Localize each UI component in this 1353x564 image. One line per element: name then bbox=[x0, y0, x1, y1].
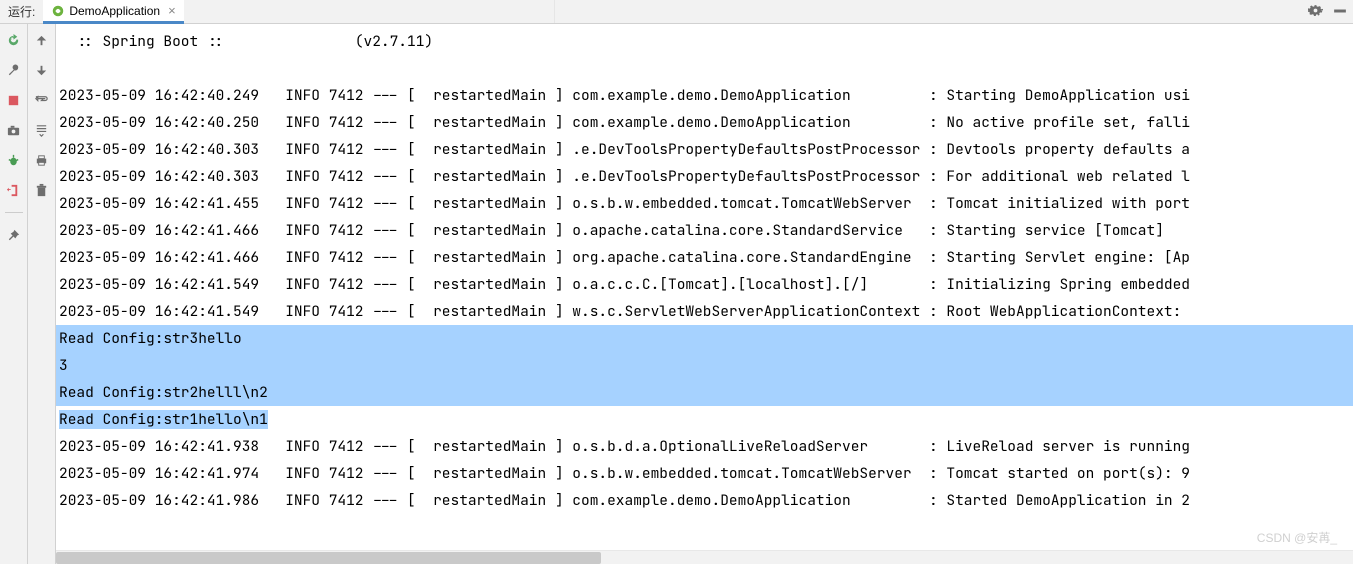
log-line: 2023-05-09 16:42:40.303 INFO 7412 --- [ … bbox=[56, 136, 1353, 163]
tab-label: DemoApplication bbox=[69, 4, 160, 18]
top-bar: 运行: DemoApplication × bbox=[0, 0, 1353, 24]
up-icon[interactable] bbox=[34, 32, 50, 48]
log-line bbox=[56, 55, 1353, 82]
log-line: 2023-05-09 16:42:40.249 INFO 7412 --- [ … bbox=[56, 82, 1353, 109]
print-icon[interactable] bbox=[34, 152, 50, 168]
log-line-highlight: Read Config:str3hello bbox=[56, 325, 1353, 352]
log-line-highlight: Read Config:str2helll\n2 bbox=[56, 379, 1353, 406]
debug-icon[interactable] bbox=[6, 152, 22, 168]
wrench-icon[interactable] bbox=[6, 62, 22, 78]
log-line: 2023-05-09 16:42:41.466 INFO 7412 --- [ … bbox=[56, 244, 1353, 271]
log-line: 2023-05-09 16:42:40.250 INFO 7412 --- [ … bbox=[56, 109, 1353, 136]
pin-icon[interactable] bbox=[6, 227, 22, 243]
close-icon[interactable]: × bbox=[164, 3, 176, 18]
log-line: 2023-05-09 16:42:41.549 INFO 7412 --- [ … bbox=[56, 271, 1353, 298]
trash-icon[interactable] bbox=[34, 182, 50, 198]
stop-icon[interactable] bbox=[6, 92, 22, 108]
exit-icon[interactable] bbox=[6, 182, 22, 198]
camera-icon[interactable] bbox=[6, 122, 22, 138]
scroll-end-icon[interactable] bbox=[34, 122, 50, 138]
log-line-highlight: 3 bbox=[56, 352, 1353, 379]
minimize-icon[interactable] bbox=[1333, 4, 1347, 21]
soft-wrap-icon[interactable] bbox=[34, 92, 50, 108]
log-line-highlight: Read Config:str1hello\n1 bbox=[56, 406, 1353, 433]
log-line: 2023-05-09 16:42:40.303 INFO 7412 --- [ … bbox=[56, 163, 1353, 190]
down-icon[interactable] bbox=[34, 62, 50, 78]
h-scrollbar[interactable] bbox=[56, 550, 1353, 564]
spring-icon bbox=[51, 4, 65, 18]
log-line: 2023-05-09 16:42:41.466 INFO 7412 --- [ … bbox=[56, 217, 1353, 244]
console-output[interactable]: :: Spring Boot :: (v2.7.11) 2023-05-09 1… bbox=[56, 24, 1353, 550]
h-scrollbar-thumb[interactable] bbox=[56, 552, 601, 564]
right-gutter bbox=[28, 24, 56, 564]
left-gutter bbox=[0, 24, 28, 564]
log-line: 2023-05-09 16:42:41.986 INFO 7412 --- [ … bbox=[56, 487, 1353, 514]
main-area: :: Spring Boot :: (v2.7.11) 2023-05-09 1… bbox=[0, 24, 1353, 564]
log-line: 2023-05-09 16:42:41.549 INFO 7412 --- [ … bbox=[56, 298, 1353, 325]
console-wrap: :: Spring Boot :: (v2.7.11) 2023-05-09 1… bbox=[56, 24, 1353, 564]
run-label: 运行: bbox=[0, 3, 43, 20]
log-line: 2023-05-09 16:42:41.974 INFO 7412 --- [ … bbox=[56, 460, 1353, 487]
log-line: :: Spring Boot :: (v2.7.11) bbox=[56, 28, 1353, 55]
log-line: 2023-05-09 16:42:41.455 INFO 7412 --- [ … bbox=[56, 190, 1353, 217]
log-line: 2023-05-09 16:42:41.938 INFO 7412 --- [ … bbox=[56, 433, 1353, 460]
run-tab[interactable]: DemoApplication × bbox=[43, 0, 183, 24]
gear-icon[interactable] bbox=[1308, 3, 1323, 21]
rerun-icon[interactable] bbox=[6, 32, 22, 48]
